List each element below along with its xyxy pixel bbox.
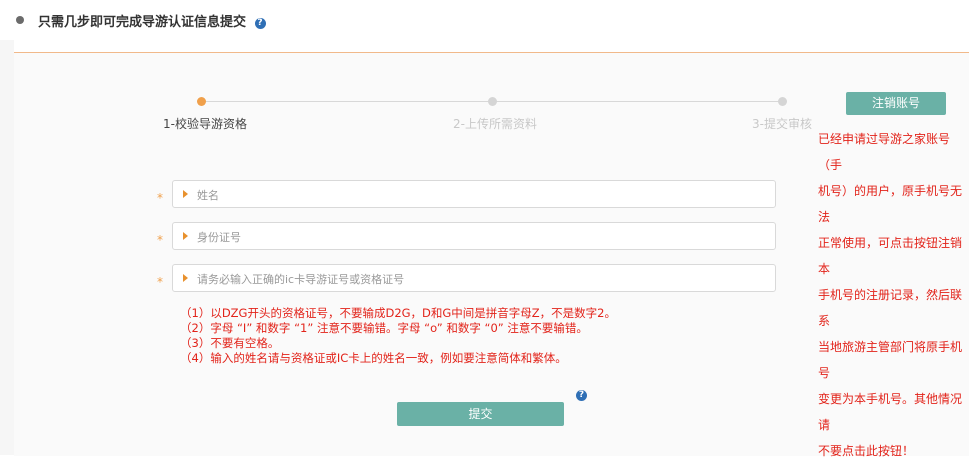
help-icon[interactable]: ? [576,390,587,401]
notice-line: 手机号的注册记录，然后联系 [818,288,963,328]
cancel-account-notice: 已经申请过导游之家账号（手 机号）的用户，原手机号无法 正常使用，可点击按钮注销… [818,126,966,464]
left-gutter [0,40,14,455]
card-number-input[interactable] [195,268,769,290]
rule-item: （2）字母 “I” 和数字 “1” 注意不要输错。字母 “o” 和数字 “0” … [180,321,588,335]
id-number-field[interactable] [172,222,776,250]
caret-right-icon [183,232,188,240]
submit-button[interactable]: 提交 [397,402,564,426]
input-rules: （1）以DZG开头的资格证号，不要输成D2G，D和G中间是拼音字母Z，不是数字2… [180,306,616,366]
required-marker-name: * [157,191,163,205]
caret-right-icon [183,190,188,198]
id-number-input[interactable] [195,226,769,248]
notice-line: 变更为本手机号。其他情况请 [818,392,963,432]
rule-item: （3）不要有空格。 [180,336,280,350]
rule-item: （1）以DZG开头的资格证号，不要输成D2G，D和G中间是拼音字母Z，不是数字2… [180,306,617,320]
notice-line: 机号）的用户，原手机号无法 [818,184,963,224]
page-title: 只需几步即可完成导游认证信息提交 ? [38,11,266,30]
help-icon[interactable]: ? [254,18,266,29]
step-1-label: 1-校验导游资格 [163,117,247,131]
name-field[interactable] [172,180,776,208]
step-3-dot [778,97,787,106]
page-header: 只需几步即可完成导游认证信息提交 ? [0,0,969,42]
rule-item: （4）输入的姓名请与资格证或IC卡上的姓名一致，例如要注意简体和繁体。 [180,351,567,365]
cancel-account-button[interactable]: 注销账号 [846,92,946,115]
card-number-field[interactable] [172,264,776,292]
required-marker-id: * [157,233,163,247]
bullet-icon [16,16,24,24]
notice-line: 不要点击此按钮！ [818,444,915,458]
notice-line: 已经申请过导游之家账号（手 [818,132,951,172]
step-2-dot [488,97,497,106]
caret-right-icon [183,274,188,282]
step-2-label: 2-上传所需资料 [453,117,537,131]
step-3-label: 3-提交审核 [752,117,812,131]
required-marker-card: * [157,275,163,289]
page-title-text: 只需几步即可完成导游认证信息提交 [38,15,247,30]
name-input[interactable] [195,184,769,206]
step-1-dot [197,97,206,106]
notice-line: 正常使用，可点击按钮注销本 [818,236,963,276]
notice-line: 当地旅游主管部门将原手机号 [818,340,963,380]
